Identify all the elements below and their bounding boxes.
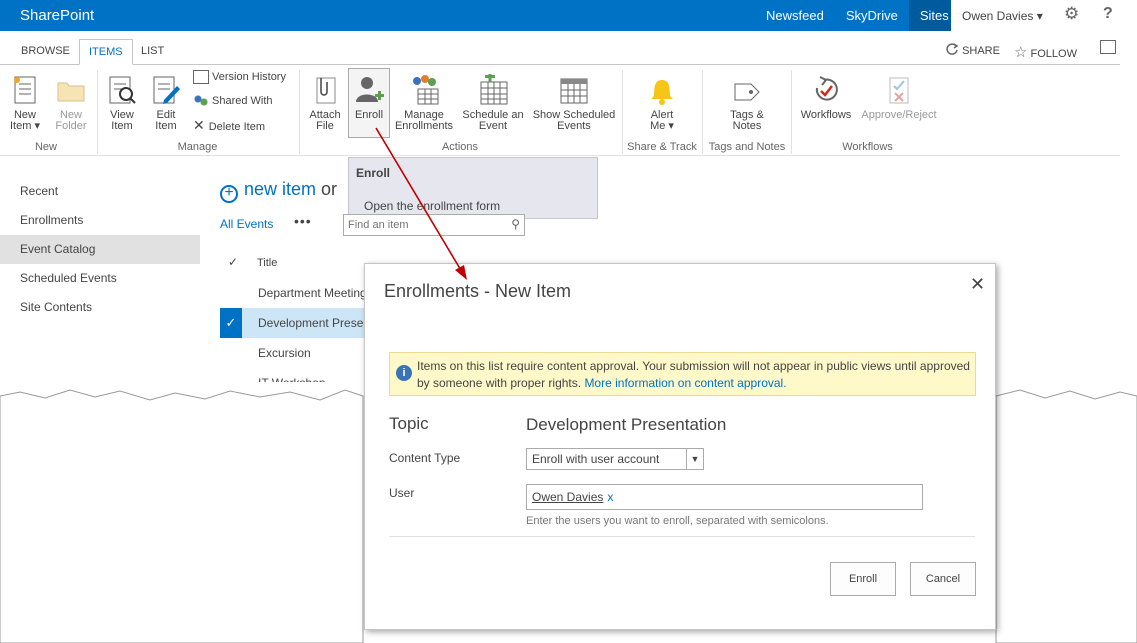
callout-arrow-decoration <box>375 127 467 280</box>
